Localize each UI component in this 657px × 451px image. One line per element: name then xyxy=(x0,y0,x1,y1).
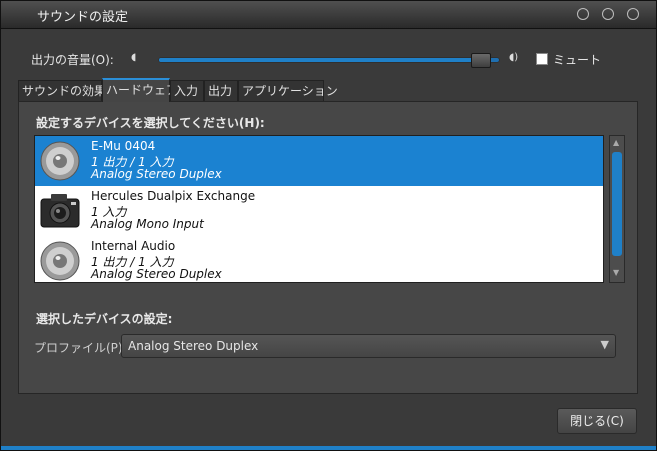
tab-applications[interactable]: アプリケーション xyxy=(238,80,338,101)
close-button[interactable]: 閉じる(C) xyxy=(557,408,637,434)
scrollbar-thumb[interactable] xyxy=(612,152,622,256)
tab-input[interactable]: 入力 xyxy=(170,80,204,101)
profile-value: Analog Stereo Duplex xyxy=(128,339,259,353)
device-list-label: 設定するデバイスを選択してください(H): xyxy=(36,116,265,130)
volume-label: 出力の音量(O): xyxy=(31,53,114,67)
window-title: サウンドの設定 xyxy=(37,10,129,25)
minimize-icon[interactable] xyxy=(577,8,589,20)
device-profile: Analog Stereo Duplex xyxy=(91,167,222,181)
profile-combobox[interactable]: Analog Stereo Duplex ▼ xyxy=(121,334,616,358)
mute-checkbox[interactable] xyxy=(536,53,548,65)
device-list[interactable]: E-Mu 0404 1 出力 / 1 入力 Analog Stereo Dupl… xyxy=(34,135,604,283)
volume-min-icon: ◖ xyxy=(131,52,137,63)
device-list-scrollbar[interactable]: ▲ ▼ xyxy=(609,135,625,283)
device-name: Hercules Dualpix Exchange xyxy=(91,189,256,203)
maximize-icon[interactable] xyxy=(602,8,614,20)
device-row-internal[interactable]: Internal Audio 1 出力 / 1 入力 Analog Stereo… xyxy=(35,236,603,282)
device-profile: Analog Stereo Duplex xyxy=(91,267,222,281)
volume-max-icon: ◖) xyxy=(509,52,519,63)
close-window-icon[interactable] xyxy=(627,8,639,20)
device-name: Internal Audio xyxy=(91,239,176,253)
volume-slider[interactable] xyxy=(159,53,499,68)
device-profile: Analog Mono Input xyxy=(91,217,204,231)
volume-slider-fill xyxy=(159,58,480,62)
scroll-up-icon[interactable]: ▲ xyxy=(613,138,619,147)
scroll-down-icon[interactable]: ▼ xyxy=(613,268,619,277)
camera-icon xyxy=(40,194,80,228)
device-row-hercules[interactable]: Hercules Dualpix Exchange 1 入力 Analog Mo… xyxy=(35,186,603,236)
tab-hardware[interactable]: ハードウェア xyxy=(102,78,178,102)
device-row-emu[interactable]: E-Mu 0404 1 出力 / 1 入力 Analog Stereo Dupl… xyxy=(35,136,603,186)
tab-sound-effects[interactable]: サウンドの効果 xyxy=(18,80,106,101)
volume-slider-knob[interactable] xyxy=(471,53,491,68)
mute-label[interactable]: ミュート xyxy=(553,51,601,68)
speaker-icon xyxy=(40,141,80,181)
device-name: E-Mu 0404 xyxy=(91,139,156,153)
title-bar[interactable]: サウンドの設定 xyxy=(1,1,656,29)
speaker-icon xyxy=(40,241,80,281)
selected-device-settings-label: 選択したデバイスの設定: xyxy=(36,312,173,326)
profile-label: プロファイル(P): xyxy=(34,341,127,355)
sound-settings-window: サウンドの設定 出力の音量(O): ◖ ◖) ミュート サウンドの効果 ハードウ… xyxy=(0,0,657,451)
accent-bottom-bar xyxy=(1,446,656,450)
dropdown-arrow-icon: ▼ xyxy=(600,338,609,351)
tab-output[interactable]: 出力 xyxy=(204,80,238,101)
